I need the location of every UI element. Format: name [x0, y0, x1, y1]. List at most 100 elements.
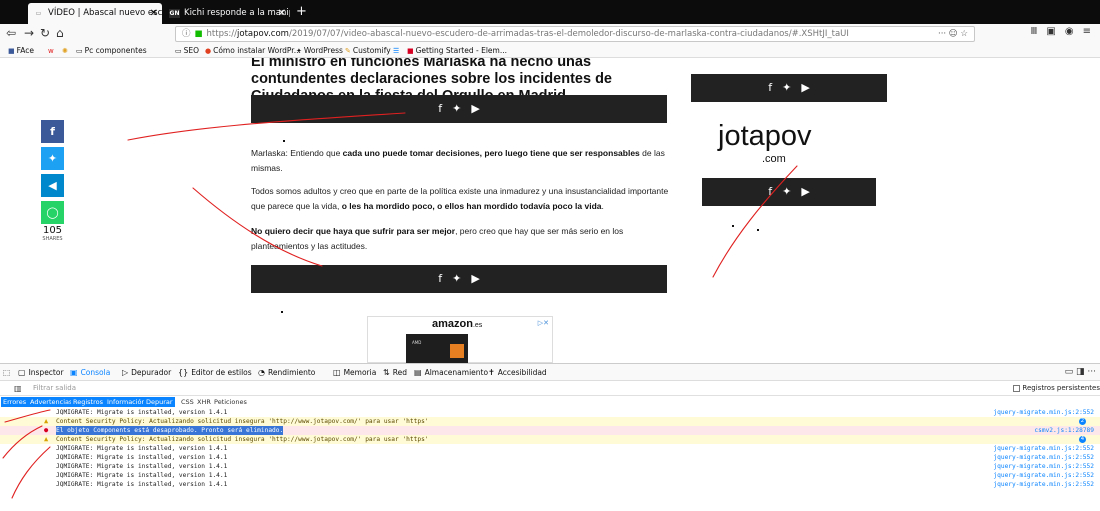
element-picker-icon[interactable]: ⬚ [3, 364, 10, 381]
tab-performance[interactable]: ◔ Rendimiento [258, 364, 315, 381]
log-source-link[interactable]: jquery-migrate.min.js:2:552 [993, 462, 1094, 471]
menu-icon[interactable]: ≡ [1083, 26, 1091, 37]
url-actions[interactable]: ··· ☺ ☆ [938, 27, 968, 41]
tab-console[interactable]: ▣ Consola [70, 364, 110, 381]
new-tab-plus-icon[interactable]: + [296, 4, 307, 19]
youtube-icon[interactable]: ▶ [471, 102, 479, 115]
bookmark-como-instalar[interactable]: ● Cómo instalar WordPr... [205, 44, 301, 58]
facebook-share-icon[interactable]: f [438, 272, 442, 285]
log-message: JQMIGRATE: Migrate is installed, version… [56, 481, 228, 488]
filter-css[interactable]: CSS [181, 397, 194, 408]
lock-icon[interactable]: ■ [195, 29, 203, 39]
account-icon[interactable]: ◉ [1065, 26, 1074, 37]
console-log-row[interactable]: JQMIGRATE: Migrate is installed, version… [0, 471, 1100, 480]
tab-memory[interactable]: ◫ Memoria [333, 364, 376, 381]
youtube-icon[interactable]: ▶ [801, 185, 809, 198]
twitter-icon[interactable]: ✦ [782, 185, 791, 198]
console-log-row[interactable]: JQMIGRATE: Migrate is installed, version… [0, 444, 1100, 453]
amazon-ad[interactable]: amazon.es ▷✕ AMD [367, 316, 553, 363]
telegram-icon: ◀ [48, 179, 57, 192]
bookmark-face[interactable]: ■ FAce [8, 44, 34, 58]
tab-debugger[interactable]: ▷ Depurador [122, 364, 171, 381]
twitter-share-button[interactable]: ✦ [41, 147, 64, 170]
telegram-share-button[interactable]: ◀ [41, 174, 64, 197]
bookmark-list[interactable]: ☰ [393, 44, 401, 58]
reload-icon[interactable]: ↻ [40, 26, 50, 40]
url-bar[interactable]: ⓘ ■ https://jotapov.com/2019/07/07/video-a… [175, 26, 975, 42]
tab-label: Almacenamiento [424, 368, 489, 377]
level-info[interactable]: Información [105, 397, 148, 407]
tab-style-editor[interactable]: {} Editor de estilos [178, 364, 252, 381]
bookmark-wallapop[interactable]: w [48, 44, 56, 58]
level-logs[interactable]: Registros [71, 397, 105, 407]
bookmark-customify[interactable]: ✎ Customify [345, 44, 391, 58]
bookmark-label: Getting Started - Elem... [415, 46, 507, 55]
console-warning-row[interactable]: ▲ Content Security Policy: Actualizando s… [0, 435, 1100, 444]
console-level-filters: Errores Advertencias Registros Informaci… [0, 396, 1100, 408]
bookmark-site-icon: ✺ [62, 47, 68, 55]
site-logo[interactable]: jotapov [718, 120, 812, 153]
bookmark-pc-componentes[interactable]: ▭ Pc componentes [76, 44, 147, 58]
filter-xhr[interactable]: XHR [197, 397, 211, 408]
level-errors[interactable]: Errores [1, 397, 29, 407]
youtube-icon[interactable]: ▶ [801, 81, 809, 94]
library-icon[interactable]: Ⅲ [1031, 26, 1038, 37]
log-source-link[interactable]: csmv2.js:1:28789 [1034, 426, 1094, 435]
console-log-row[interactable]: JQMIGRATE: Migrate is installed, version… [0, 462, 1100, 471]
tab-kichi[interactable]: GN Kichi responde a la manipulaci ✕ [164, 3, 290, 24]
youtube-icon[interactable]: ▶ [471, 272, 479, 285]
tab-storage[interactable]: ▤ Almacenamiento [414, 364, 488, 381]
log-source-link[interactable]: jquery-migrate.min.js:2:552 [993, 480, 1094, 489]
forward-arrow-icon[interactable]: → [24, 26, 34, 40]
log-source-link[interactable]: jquery-migrate.min.js:2:552 [993, 471, 1094, 480]
filter-requests[interactable]: Peticiones [214, 397, 247, 408]
twitter-share-icon[interactable]: ✦ [452, 102, 461, 115]
console-log-row[interactable]: JQMIGRATE: Migrate is installed, version… [0, 408, 1100, 417]
console-error-row[interactable]: ● El objeto Components está desaprobado. … [0, 426, 1100, 435]
bold-text-run: No quiero decir que haya que sufrir para… [251, 226, 456, 236]
facebook-share-button[interactable]: f [41, 120, 64, 143]
twitter-share-icon[interactable]: ✦ [452, 272, 461, 285]
twitter-icon[interactable]: ✦ [782, 81, 791, 94]
level-debug[interactable]: Depurar [144, 397, 175, 407]
back-arrow-icon[interactable]: ⇦ [6, 26, 16, 40]
dock-icon[interactable]: ◨ [1076, 367, 1085, 377]
console-warning-row[interactable]: ▲ Content Security Policy: Actualizando s… [0, 417, 1100, 426]
info-icon[interactable]: ⓘ [182, 29, 191, 39]
bookmark-site-icon: w [48, 47, 54, 55]
tab-label: Memoria [343, 368, 377, 377]
tab-network[interactable]: ⇅ Red [383, 364, 407, 381]
filter-input[interactable]: Filtrar salida [33, 381, 76, 396]
sidebar-icon[interactable]: ▣ [1046, 26, 1055, 37]
close-tab-icon[interactable]: ✕ [278, 3, 286, 24]
web-page: El ministro en funciones Marlaska ha hec… [0, 58, 1100, 363]
level-warnings[interactable]: Advertencias [28, 397, 75, 407]
tab-accessibility[interactable]: ✝ Accesibilidad [488, 364, 547, 381]
debugger-icon: ▷ [122, 368, 129, 377]
log-source-link[interactable]: jquery-migrate.min.js:2:552 [993, 408, 1094, 417]
responsive-mode-icon[interactable]: ▭ [1065, 367, 1074, 377]
log-source-link[interactable]: jquery-migrate.min.js:2:552 [993, 444, 1094, 453]
console-log-row[interactable]: JQMIGRATE: Migrate is installed, version… [0, 480, 1100, 489]
whatsapp-share-button[interactable]: ◯ [41, 201, 64, 224]
tab-video-abascal[interactable]: ▭ VÍDEO | Abascal nuevo escude ✕ [28, 3, 162, 24]
bookmark-wordpress[interactable]: ✦ WordPress [296, 44, 343, 58]
log-source-link[interactable]: jquery-migrate.min.js:2:552 [993, 453, 1094, 462]
home-icon[interactable]: ⌂ [56, 26, 64, 40]
console-icon: ▣ [70, 368, 78, 377]
close-tab-icon[interactable]: ✕ [150, 3, 158, 24]
facebook-share-icon[interactable]: f [438, 102, 442, 115]
more-options-icon[interactable]: ··· [1087, 367, 1096, 377]
bookmark-seo[interactable]: ▭ SEO [175, 44, 199, 58]
tab-inspector[interactable]: ▢ Inspector [18, 364, 64, 381]
trash-icon[interactable]: ▥ [14, 381, 22, 396]
ad-choices-icon[interactable]: ▷✕ [538, 319, 549, 327]
console-log-row[interactable]: JQMIGRATE: Migrate is installed, version… [0, 453, 1100, 462]
bookmark-elementor[interactable]: ■ Getting Started - Elem... [407, 44, 507, 58]
bookmark-star[interactable]: ✺ [62, 44, 70, 58]
sidebar-social-bar: f ✦ ▶ [702, 178, 876, 206]
ad-product-image: AMD [406, 334, 468, 363]
facebook-icon[interactable]: f [768, 81, 772, 94]
facebook-icon[interactable]: f [768, 185, 772, 198]
persist-logs-checkbox[interactable]: Registros persistentes [1013, 381, 1100, 396]
